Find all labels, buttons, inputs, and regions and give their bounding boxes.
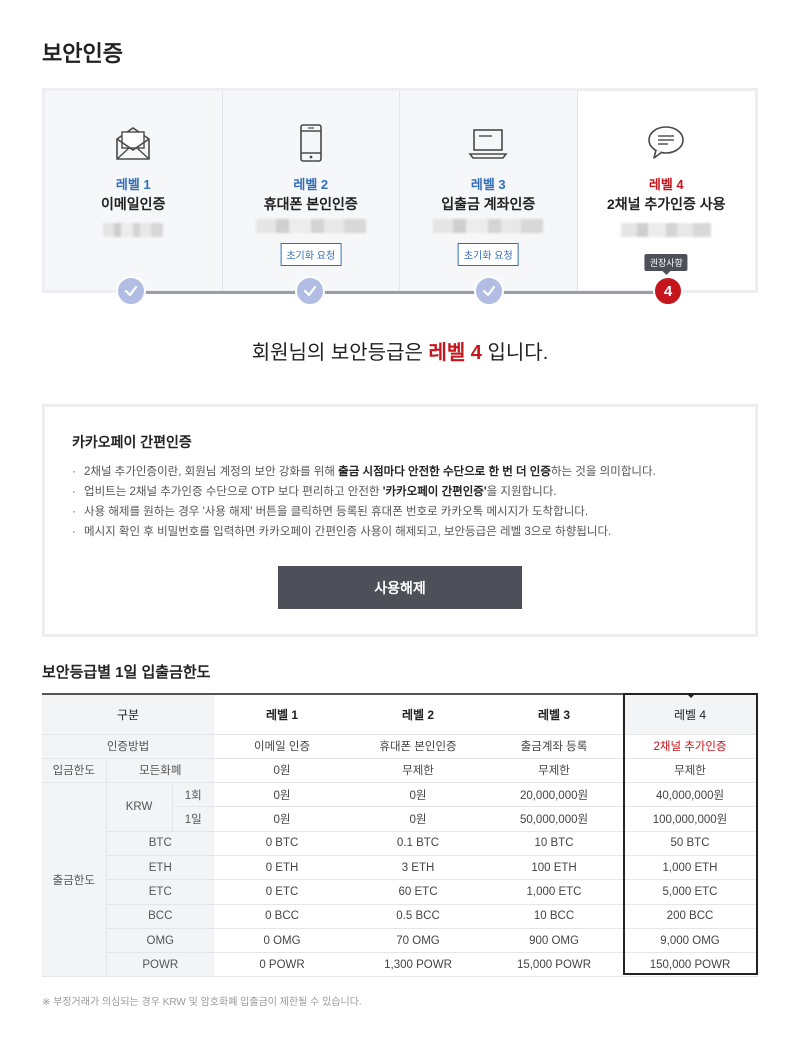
envelope-icon <box>116 127 151 160</box>
table-row: BCC 0 BCC 0.5 BCC 10 BCC 200 BCC <box>42 904 759 929</box>
table-row: POWR 0 POWR 1,300 POWR 15,000 POWR 150,000 … <box>42 952 759 978</box>
table-row: ETH 0 ETH 3 ETH 100 ETH 1,000 ETH <box>42 855 759 881</box>
level-name: 휴대폰 본인인증 <box>263 196 358 212</box>
level-1-column: 레벨 1 이메일인증 <box>45 91 223 290</box>
check-icon <box>295 276 325 306</box>
kakao-description: 2채널 추가인증이란, 회원님 계정의 보안 강화를 위해 출금 시점마다 안전… <box>72 462 735 542</box>
table-header-cell: 레벨 2 <box>350 694 487 735</box>
reset-request-button[interactable]: 초기화 요청 <box>457 243 519 266</box>
table-header-cell: 레벨 4 <box>622 694 759 735</box>
table-row: 인증방법 이메일 인증 휴대폰 본인인증 출금계좌 등록 2채널 추가인증 <box>42 734 759 759</box>
security-level-panel: 레벨 1 이메일인증 레벨 2 휴대폰 본인인증 초기화 요청 레벨 3 입출금… <box>42 88 758 293</box>
level-4-column: 레벨 4 2채널 추가인증 사용 권장사항 <box>577 91 755 290</box>
page-title: 보안인증 <box>42 41 123 66</box>
table-header-cell: 레벨 1 <box>214 694 351 735</box>
table-row: 입금한도 모든화폐 0원 무제한 무제한 무제한 <box>42 758 759 784</box>
limit-section-title: 보안등급별 1일 입출금한도 <box>42 664 211 681</box>
masked-email <box>103 223 164 237</box>
highlight-arrow-icon <box>686 693 696 698</box>
level-number: 레벨 2 <box>293 177 329 192</box>
limit-table: 구분 레벨 1 레벨 2 레벨 3 레벨 4 인증방법 이메일 인증 휴대폰 본… <box>42 693 759 978</box>
list-item: 업비트는 2채널 추가인증 수단으로 OTP 보다 편리하고 안전한 '카카오페… <box>72 482 735 502</box>
kakao-auth-panel: 카카오페이 간편인증 2채널 추가인증이란, 회원님 계정의 보안 강화를 위해… <box>42 404 758 637</box>
table-row: BTC 0 BTC 0.1 BTC 10 BTC 50 BTC <box>42 831 759 856</box>
level-name: 입출금 계좌인증 <box>441 196 536 212</box>
level-name: 이메일인증 <box>101 196 166 212</box>
current-level-badge: 4 <box>653 276 683 306</box>
table-row: ETC 0 ETC 60 ETC 1,000 ETC 5,000 ETC <box>42 879 759 905</box>
level-number: 레벨 1 <box>115 177 151 192</box>
masked-phone <box>255 219 366 233</box>
check-icon <box>116 276 146 306</box>
progress-line <box>131 291 671 294</box>
recommend-tooltip: 권장사항 <box>644 254 688 275</box>
reset-request-button[interactable]: 초기화 요청 <box>280 243 342 266</box>
table-row: OMG 0 OMG 70 OMG 900 OMG 9,000 OMG <box>42 928 759 954</box>
status-level: 레벨 4 <box>428 342 482 364</box>
level-number: 레벨 4 <box>648 177 684 192</box>
masked-account <box>433 219 544 233</box>
list-item-continued: 메시지 확인 후 비밀번호를 입력하면 카카오페이 간편인증 사용이 해제되고,… <box>72 522 735 542</box>
check-icon <box>474 276 504 306</box>
chat-bubble-icon <box>648 126 685 159</box>
level-2-column: 레벨 2 휴대폰 본인인증 초기화 요청 <box>223 91 400 290</box>
laptop-icon <box>468 129 508 159</box>
masked-channel <box>621 223 712 237</box>
level-number: 레벨 3 <box>470 177 506 192</box>
table-header-cell: 구분 <box>42 694 215 735</box>
status-prefix: 회원님의 보안등급은 <box>251 342 423 364</box>
list-item: 사용 해제를 원하는 경우 '사용 해제' 버튼을 클릭하면 등록된 휴대폰 번… <box>72 502 735 522</box>
table-header-cell: 레벨 3 <box>486 694 623 735</box>
security-status-text: 회원님의 보안등급은 레벨 4 입니다. <box>0 336 800 365</box>
list-item: 2채널 추가인증이란, 회원님 계정의 보안 강화를 위해 출금 시점마다 안전… <box>72 462 735 482</box>
kakao-title: 카카오페이 간편인증 <box>72 434 192 450</box>
release-button[interactable]: 사용해제 <box>278 566 522 609</box>
level-name: 2채널 추가인증 사용 <box>606 196 726 212</box>
footnote: ※ 부정거래가 의심되는 경우 KRW 및 암호화폐 입출금이 제한될 수 있습… <box>42 997 362 1008</box>
level-3-column: 레벨 3 입출금 계좌인증 초기화 요청 <box>400 91 578 290</box>
status-suffix: 입니다. <box>487 342 549 364</box>
table-row: 출금한도 KRW 1회 0원 0원 20,000,000원 40,000,000… <box>42 782 759 978</box>
smartphone-icon <box>299 124 322 162</box>
table-header-row: 구분 레벨 1 레벨 2 레벨 3 레벨 4 <box>42 694 759 735</box>
